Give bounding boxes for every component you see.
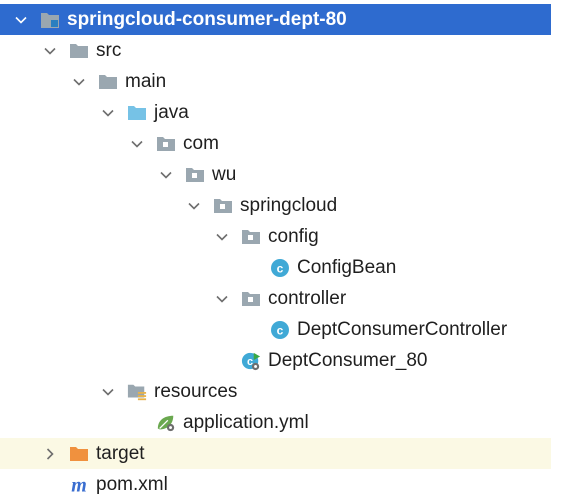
tree-row-main[interactable]: main [0, 66, 166, 97]
chevron-down-icon[interactable] [159, 168, 173, 182]
tree-row-com[interactable]: com [0, 128, 219, 159]
tree-row-module[interactable]: springcloud-consumer-dept-80 [0, 4, 551, 35]
tree-label: com [183, 133, 219, 154]
tree-row-resources[interactable]: resources [0, 376, 237, 407]
svg-text:c: c [277, 261, 284, 275]
tree-label: src [96, 40, 122, 61]
tree-row-pom-xml[interactable]: m pom.xml [0, 469, 168, 500]
chevron-down-icon[interactable] [43, 44, 57, 58]
chevron-down-icon[interactable] [72, 75, 86, 89]
chevron-down-icon[interactable] [130, 137, 144, 151]
tree-row-deptconsumercontroller[interactable]: c DeptConsumerController [0, 314, 507, 345]
source-root-folder-icon [127, 103, 147, 123]
tree-label: springcloud-consumer-dept-80 [67, 9, 347, 30]
tree-row-src[interactable]: src [0, 35, 121, 66]
excluded-folder-icon [69, 444, 89, 464]
chevron-down-icon[interactable] [215, 230, 229, 244]
spring-boot-class-icon: c [241, 351, 261, 371]
chevron-down-icon[interactable] [101, 385, 115, 399]
tree-label: config [268, 226, 319, 247]
tree-label: DeptConsumerController [297, 319, 508, 340]
tree-label: springcloud [240, 195, 338, 216]
tree-row-springcloud[interactable]: springcloud [0, 190, 337, 221]
tree-label: resources [154, 381, 238, 402]
svg-text:m: m [71, 475, 87, 495]
tree-label: target [96, 443, 145, 464]
tree-label: ConfigBean [297, 257, 397, 278]
spring-config-icon [156, 413, 176, 433]
folder-icon [98, 72, 118, 92]
tree-row-target[interactable]: target [0, 438, 551, 469]
package-icon [185, 165, 205, 185]
project-tree: springcloud-consumer-dept-80 src main ja… [0, 0, 561, 502]
tree-row-controller[interactable]: controller [0, 283, 346, 314]
module-folder-icon [40, 10, 60, 30]
tree-label: main [125, 71, 167, 92]
tree-label: java [154, 102, 189, 123]
package-icon [156, 134, 176, 154]
tree-row-application-yml[interactable]: application.yml [0, 407, 309, 438]
chevron-down-icon[interactable] [14, 13, 28, 27]
tree-label: controller [268, 288, 347, 309]
tree-row-java[interactable]: java [0, 97, 189, 128]
tree-row-wu[interactable]: wu [0, 159, 236, 190]
chevron-right-icon[interactable] [43, 447, 57, 461]
tree-row-config[interactable]: config [0, 221, 319, 252]
class-icon: c [270, 258, 290, 278]
chevron-down-icon[interactable] [101, 106, 115, 120]
resources-folder-icon [127, 382, 147, 402]
tree-row-configbean[interactable]: c ConfigBean [0, 252, 396, 283]
chevron-down-icon[interactable] [215, 292, 229, 306]
chevron-down-icon[interactable] [187, 199, 201, 213]
package-icon [241, 289, 261, 309]
tree-label: DeptConsumer_80 [268, 350, 428, 371]
package-icon [213, 196, 233, 216]
tree-row-deptconsumer-80[interactable]: c DeptConsumer_80 [0, 345, 427, 376]
tree-label: pom.xml [96, 474, 168, 495]
class-icon: c [270, 320, 290, 340]
folder-icon [69, 41, 89, 61]
package-icon [241, 227, 261, 247]
maven-icon: m [69, 475, 89, 495]
tree-label: wu [212, 164, 237, 185]
tree-label: application.yml [183, 412, 309, 433]
svg-text:c: c [277, 323, 284, 337]
